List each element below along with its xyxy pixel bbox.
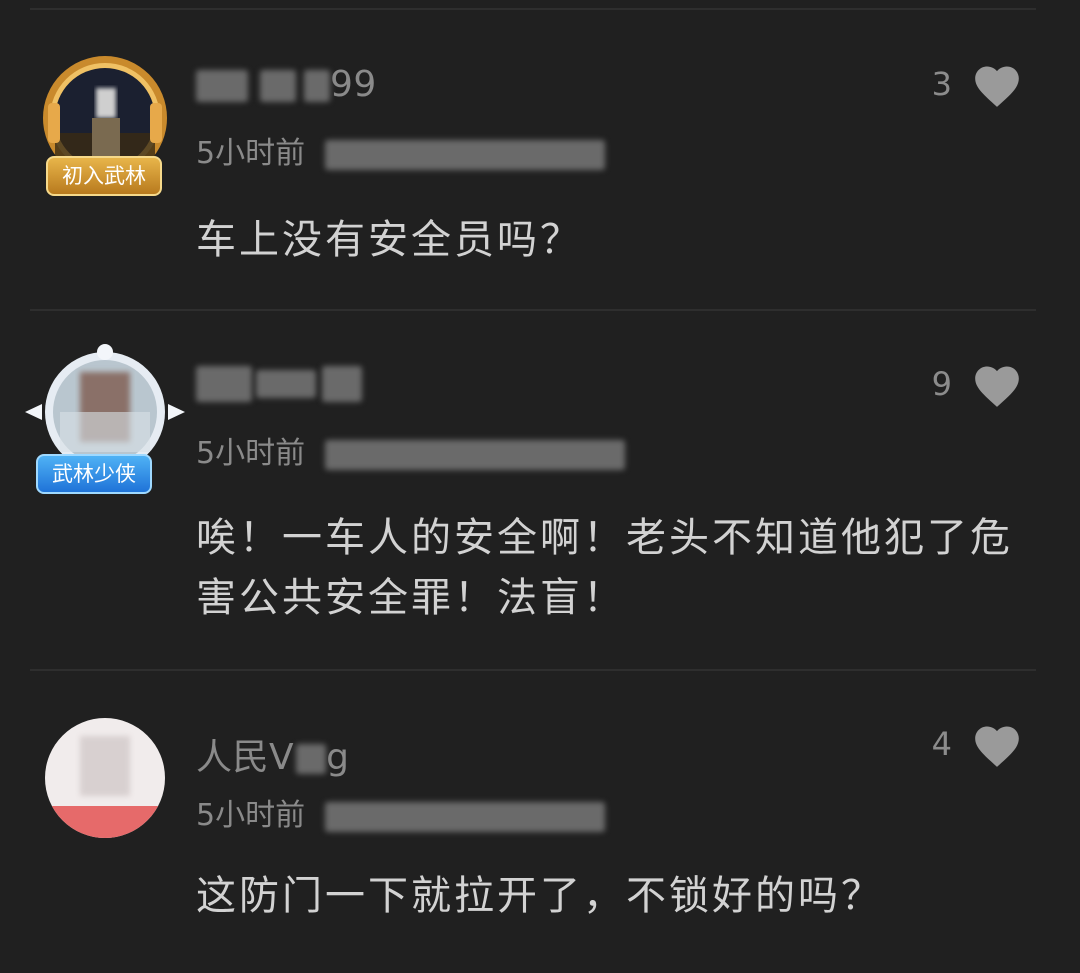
location-redacted xyxy=(325,139,606,170)
like-count: 4 xyxy=(931,725,952,763)
redacted-block xyxy=(196,366,252,402)
username-text: 99 xyxy=(330,64,377,105)
like-count: 9 xyxy=(931,365,952,403)
comment-text: 唉！一车人的安全啊！老头不知道他犯了危害公共安全罪！法盲！ xyxy=(196,515,1013,621)
avatar[interactable] xyxy=(40,716,180,856)
like-button[interactable]: 3 xyxy=(932,60,1024,108)
redacted-block xyxy=(256,370,316,398)
heart-icon xyxy=(975,726,1019,767)
timestamp: 5小时前 xyxy=(196,436,306,471)
comment-list: 初入武林 99 5小时前 车上没有安全员吗？ 3 武林少侠 5小时前 唉！一车人… xyxy=(0,0,1080,973)
like-button[interactable]: 9 xyxy=(932,360,1024,408)
avatar[interactable]: 武林少侠 xyxy=(20,342,185,502)
timestamp: 5小时前 xyxy=(196,798,306,833)
divider xyxy=(30,669,1036,671)
level-badge: 武林少侠 xyxy=(36,454,152,494)
level-badge: 初入武林 xyxy=(46,156,162,196)
username[interactable]: 人民V g xyxy=(196,728,350,780)
divider xyxy=(30,8,1036,10)
like-count: 3 xyxy=(931,65,952,103)
redacted-block xyxy=(260,70,296,102)
heart-icon xyxy=(975,366,1019,407)
heart-icon xyxy=(975,66,1019,107)
username-tail: g xyxy=(326,737,350,778)
username-text: 人民V xyxy=(196,737,295,778)
comment-meta: 5小时前 xyxy=(196,428,626,472)
location-redacted xyxy=(325,439,626,470)
username[interactable]: 99 xyxy=(196,64,377,105)
comment-meta: 5小时前 xyxy=(196,128,606,172)
timestamp: 5小时前 xyxy=(196,136,306,171)
username[interactable] xyxy=(196,362,362,403)
avatar[interactable]: 初入武林 xyxy=(30,48,180,198)
redacted-block xyxy=(322,366,362,402)
redacted-block xyxy=(296,744,327,774)
redacted-block xyxy=(304,70,330,102)
comment-text: 这防门一下就拉开了，不锁好的吗？ xyxy=(196,873,884,919)
divider xyxy=(30,309,1036,311)
like-button[interactable]: 4 xyxy=(932,720,1024,768)
location-redacted xyxy=(325,801,606,832)
redacted-block xyxy=(196,70,248,102)
comment-meta: 5小时前 xyxy=(196,790,606,834)
comment-text: 车上没有安全员吗？ xyxy=(196,217,583,263)
user-avatar-icon xyxy=(45,718,165,838)
